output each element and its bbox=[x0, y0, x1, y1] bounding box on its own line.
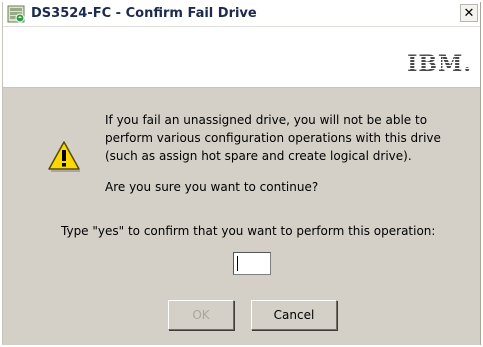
close-button[interactable]: ✕ bbox=[460, 4, 478, 22]
window-title: DS3524-FC - Confirm Fail Drive bbox=[31, 6, 257, 21]
message-line: perform various configuration operations… bbox=[105, 131, 441, 145]
message-line: If you fail an unassigned drive, you wil… bbox=[105, 113, 428, 127]
confirm-fail-drive-dialog: DS3524-FC - Confirm Fail Drive ✕ IBM. If… bbox=[2, 2, 481, 345]
ibm-logo: IBM. bbox=[407, 51, 472, 77]
ok-button[interactable]: OK bbox=[168, 300, 234, 330]
cancel-button[interactable]: Cancel bbox=[251, 300, 337, 330]
warning-message: If you fail an unassigned drive, you wil… bbox=[105, 111, 465, 165]
confirmation-prompt: Type "yes" to confirm that you want to p… bbox=[61, 224, 436, 238]
storage-manager-icon bbox=[7, 5, 25, 23]
brand-banner: IBM. bbox=[3, 27, 480, 88]
confirmation-question: Are you sure you want to continue? bbox=[105, 180, 319, 194]
close-icon: ✕ bbox=[463, 5, 475, 21]
title-bar[interactable]: DS3524-FC - Confirm Fail Drive ✕ bbox=[3, 2, 480, 27]
message-line: (such as assign hot spare and create log… bbox=[105, 149, 412, 163]
text-cursor bbox=[237, 256, 238, 271]
confirm-text-field[interactable] bbox=[233, 252, 271, 275]
warning-icon bbox=[48, 141, 80, 172]
